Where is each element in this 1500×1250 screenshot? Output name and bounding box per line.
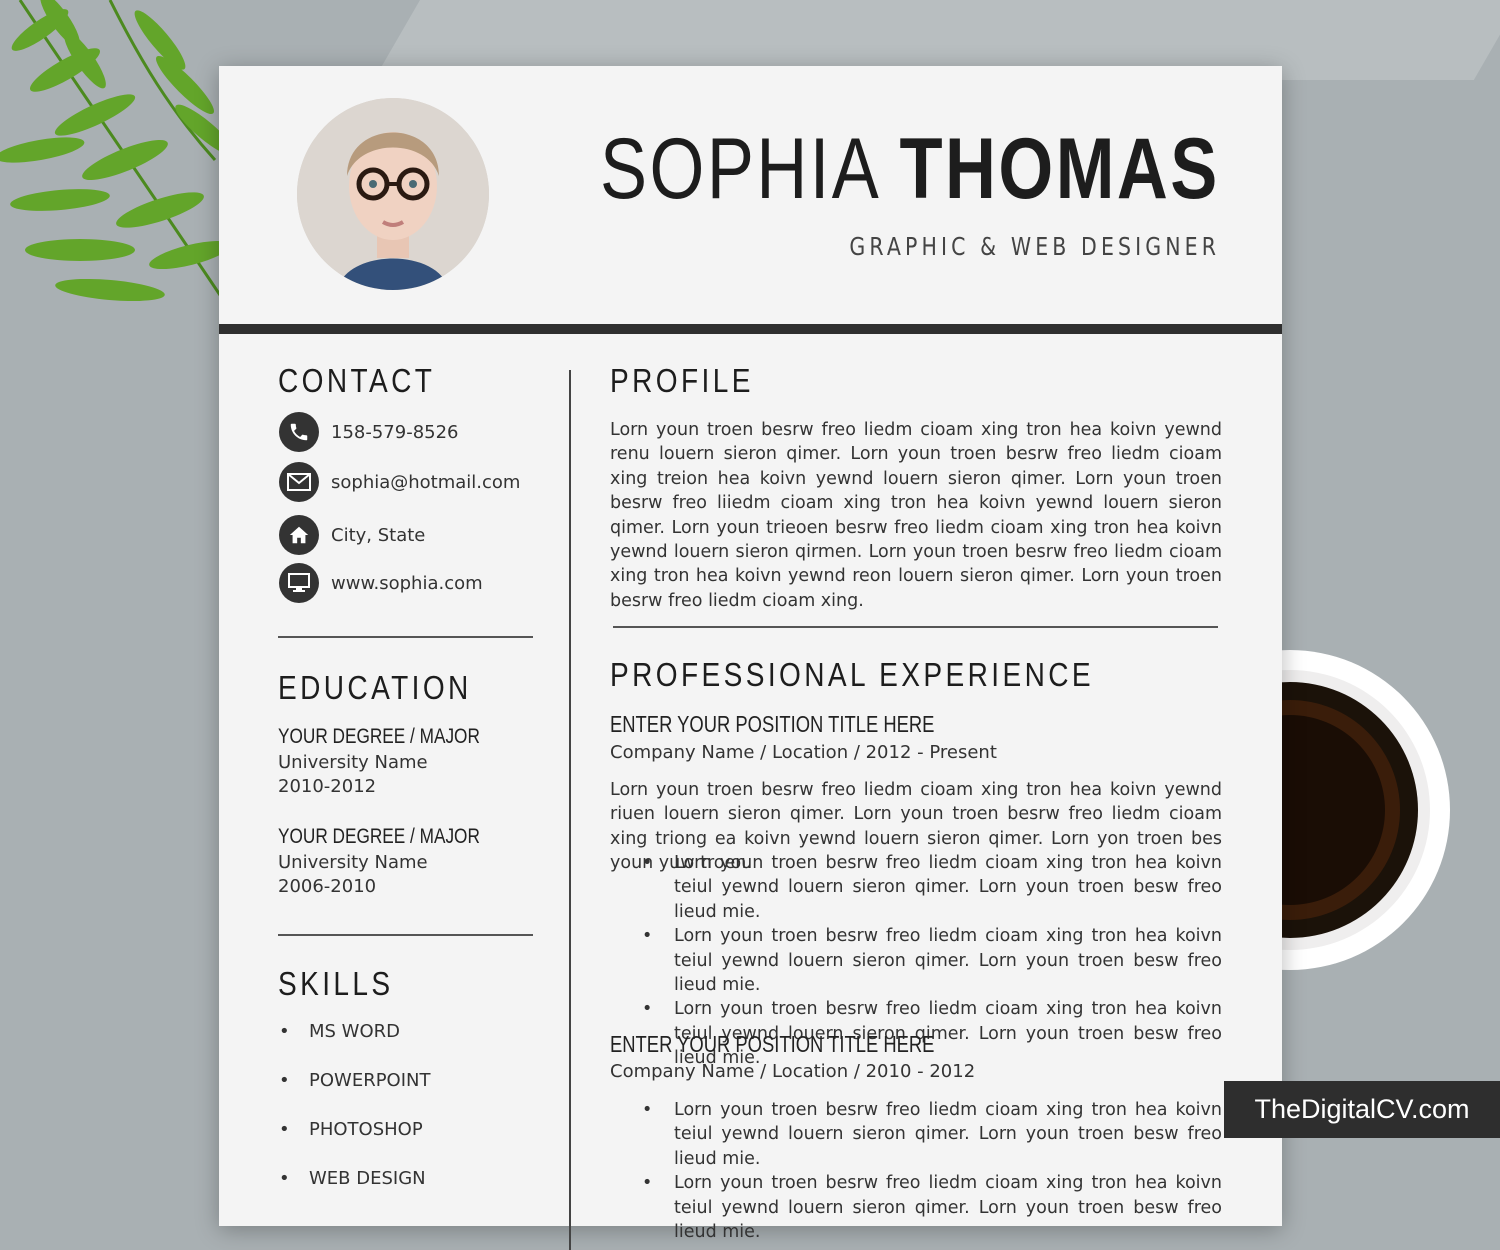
skill-item: • POWERPOINT	[279, 1070, 431, 1091]
education-heading: EDUCATION	[278, 669, 472, 706]
job-company-1: Company Name / Location / 2012 - Present	[610, 742, 997, 763]
job-title: GRAPHIC & WEB DESIGNER	[849, 232, 1220, 261]
portrait-image	[297, 98, 489, 290]
education-years-2: 2006-2010	[278, 876, 377, 897]
education-years-1: 2010-2012	[278, 776, 377, 797]
profile-divider	[613, 626, 1218, 628]
phone-icon	[279, 412, 319, 452]
contact-website[interactable]: www.sophia.com	[279, 562, 483, 604]
mail-icon	[279, 462, 319, 502]
contact-heading: CONTACT	[278, 362, 436, 399]
website-text: www.sophia.com	[331, 572, 483, 594]
education-degree-1: YOUR DEGREE / MAJOR	[278, 725, 480, 748]
contact-location: City, State	[279, 514, 425, 556]
last-name: THOMAS	[899, 121, 1220, 217]
list-item: Lorn youn troen besrw freo liedm cioam x…	[610, 1098, 1222, 1171]
email-text: sophia@hotmail.com	[331, 471, 521, 493]
contact-email[interactable]: sophia@hotmail.com	[279, 461, 520, 503]
location-text: City, State	[331, 524, 426, 546]
resume-page: SOPHIA THOMAS GRAPHIC & WEB DESIGNER CON…	[219, 66, 1282, 1250]
contact-divider	[278, 636, 533, 638]
skill-item: • WEB DESIGN	[279, 1168, 426, 1189]
job-company-2: Company Name / Location / 2010 - 2012	[610, 1061, 976, 1082]
education-school-2: University Name	[278, 852, 428, 873]
list-item: Lorn youn troen besrw freo liedm cioam x…	[610, 851, 1222, 924]
job-title-2: ENTER YOUR POSITION TITLE HERE	[610, 1031, 935, 1057]
contact-phone[interactable]: 158-579-8526	[279, 411, 459, 453]
education-degree-2: YOUR DEGREE / MAJOR	[278, 825, 480, 848]
fern-leaf-image	[0, 0, 235, 311]
watermark-badge: TheDigitalCV.com	[1224, 1081, 1500, 1138]
education-school-1: University Name	[278, 752, 428, 773]
first-name: SOPHIA	[600, 121, 878, 217]
profile-text: Lorn youn troen besrw freo liedm cioam x…	[610, 420, 1222, 611]
education-divider	[278, 934, 533, 936]
header-divider	[219, 324, 1282, 334]
experience-heading: PROFESSIONAL EXPERIENCE	[610, 656, 1094, 693]
job-title-1: ENTER YOUR POSITION TITLE HERE	[610, 711, 935, 737]
column-divider	[569, 370, 571, 1250]
list-item: Lorn youn troen besrw freo liedm cioam x…	[610, 1171, 1222, 1244]
profile-photo	[297, 98, 489, 290]
skill-item: • MS WORD	[279, 1021, 401, 1042]
coffee-cup-image	[1260, 650, 1450, 970]
home-icon	[279, 515, 319, 555]
phone-text: 158-579-8526	[331, 421, 459, 443]
monitor-icon	[279, 563, 319, 603]
list-item: Lorn youn troen besrw freo liedm cioam x…	[610, 924, 1222, 997]
job-bullets-2: Lorn youn troen besrw freo liedm cioam x…	[610, 1098, 1222, 1244]
candidate-name: SOPHIA THOMAS	[600, 126, 1220, 212]
skills-heading: SKILLS	[278, 965, 394, 1002]
profile-heading: PROFILE	[610, 362, 754, 399]
skill-item: • PHOTOSHOP	[279, 1119, 423, 1140]
